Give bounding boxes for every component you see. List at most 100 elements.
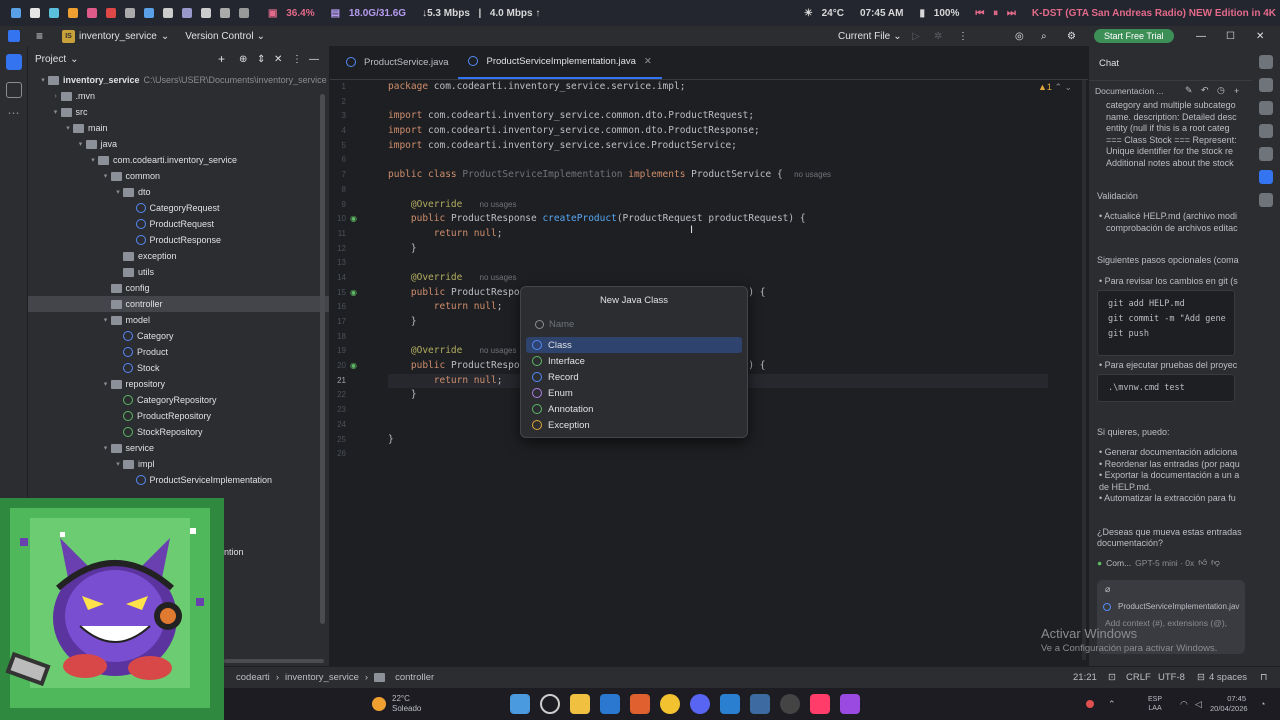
tree-scrollbar[interactable] bbox=[320, 94, 325, 624]
app-icon[interactable] bbox=[840, 694, 860, 714]
expand-arrow-icon[interactable]: ▾ bbox=[113, 460, 123, 468]
expand-arrow-icon[interactable]: ▾ bbox=[88, 156, 98, 164]
app-icon[interactable] bbox=[68, 8, 78, 18]
tree-item[interactable]: ▾ dto bbox=[28, 184, 329, 200]
store-icon[interactable] bbox=[630, 694, 650, 714]
tree-item[interactable]: Category bbox=[28, 328, 329, 344]
project-tool-icon[interactable] bbox=[6, 54, 22, 70]
class-kind-option[interactable]: Interface bbox=[526, 353, 742, 369]
tree-item[interactable]: ▾ common bbox=[28, 168, 329, 184]
structure-tool-icon[interactable] bbox=[6, 82, 22, 98]
tray-chevron-icon[interactable]: ⌃ bbox=[1108, 699, 1116, 710]
ide-logo-icon[interactable] bbox=[8, 30, 20, 42]
attached-file-chip[interactable]: ProductServiceImplementation.jav bbox=[1103, 600, 1243, 613]
hamburger-menu-icon[interactable]: ≡ bbox=[36, 29, 43, 43]
expand-icon[interactable]: ⇕ bbox=[257, 54, 265, 65]
tree-item[interactable]: ProductResponse bbox=[28, 232, 329, 248]
maven-icon[interactable] bbox=[1259, 124, 1273, 138]
database-icon[interactable] bbox=[1259, 101, 1273, 115]
run-icon[interactable]: ▷ bbox=[912, 31, 920, 42]
new-chat-icon[interactable]: + bbox=[1234, 86, 1239, 96]
tree-item[interactable]: › .mvn bbox=[28, 88, 329, 104]
add-icon[interactable]: + bbox=[218, 52, 225, 66]
app-icon[interactable] bbox=[220, 8, 230, 18]
discord-icon[interactable] bbox=[690, 694, 710, 714]
steam-icon[interactable] bbox=[750, 694, 770, 714]
start-icon[interactable] bbox=[510, 694, 530, 714]
code-line[interactable]: return null; bbox=[388, 227, 1048, 242]
code-line[interactable]: } bbox=[388, 242, 1048, 257]
taskbar-clock[interactable]: 07:45 20/04/2026 bbox=[1210, 694, 1248, 714]
prev-icon[interactable]: ⏮ bbox=[975, 8, 984, 19]
line-separator[interactable]: CRLF bbox=[1126, 672, 1151, 683]
tree-item[interactable]: ▾ main bbox=[28, 120, 329, 136]
vcs-menu[interactable]: Version Control ⌄ bbox=[185, 31, 265, 42]
chat-session-title[interactable]: Documentacion ... bbox=[1095, 86, 1164, 96]
app-icon[interactable] bbox=[106, 8, 116, 18]
breadcrumb-item[interactable]: controller bbox=[395, 672, 434, 683]
minimize-icon[interactable]: — bbox=[1196, 31, 1206, 42]
run-config-selector[interactable]: Current File ⌄ bbox=[838, 31, 902, 42]
chrome-icon[interactable] bbox=[660, 694, 680, 714]
editor-tab[interactable]: ProductService.java bbox=[336, 45, 458, 79]
history-icon[interactable]: ◷ bbox=[1217, 85, 1225, 96]
plugin-icon[interactable] bbox=[1259, 147, 1273, 161]
thumbs-down-icon[interactable]: 👎︎ bbox=[1211, 557, 1220, 568]
tree-item[interactable]: utils bbox=[28, 264, 329, 280]
gear-icon[interactable]: ⚙ bbox=[1067, 31, 1076, 42]
more-tools-icon[interactable]: ⋯ bbox=[0, 106, 27, 120]
class-kind-option[interactable]: Exception bbox=[526, 417, 742, 433]
maximize-icon[interactable]: ☐ bbox=[1226, 31, 1235, 42]
tree-item[interactable]: ProductRepository bbox=[28, 408, 329, 424]
weather-widget[interactable]: 22°C Soleado bbox=[372, 694, 421, 714]
tree-item[interactable]: ▾ service bbox=[28, 440, 329, 456]
notification-bell-icon[interactable]: ◔ bbox=[1260, 699, 1265, 709]
app-icon[interactable] bbox=[201, 8, 211, 18]
lock-icon[interactable]: ⊓ bbox=[1260, 672, 1267, 683]
app-icon[interactable] bbox=[182, 8, 192, 18]
indent-setting[interactable]: 4 spaces bbox=[1209, 672, 1247, 683]
intellij-icon[interactable] bbox=[810, 694, 830, 714]
tree-item[interactable]: exception bbox=[28, 248, 329, 264]
git-code-block[interactable]: git add HELP.md git commit -m "Add gene gi… bbox=[1097, 290, 1235, 356]
test-code-block[interactable]: .\mvnw.cmd test bbox=[1097, 374, 1235, 402]
override-marker-icon[interactable]: ◉ bbox=[350, 288, 357, 297]
code-line[interactable] bbox=[388, 153, 1048, 168]
app-icon[interactable] bbox=[11, 8, 21, 18]
options-icon[interactable]: ⋮ bbox=[292, 54, 302, 65]
tree-item[interactable]: controller bbox=[28, 296, 329, 312]
code-line[interactable]: import com.codearti.inventory_service.co… bbox=[388, 124, 1048, 139]
editor-tab[interactable]: ProductServiceImplementation.java ✕ bbox=[458, 45, 662, 79]
expand-arrow-icon[interactable]: ▾ bbox=[51, 108, 61, 116]
chat-tab[interactable]: Chat bbox=[1099, 58, 1119, 69]
file-explorer-icon[interactable] bbox=[570, 694, 590, 714]
tree-item[interactable]: Stock bbox=[28, 360, 329, 376]
project-panel-title[interactable]: Project bbox=[35, 54, 66, 65]
collapse-icon[interactable]: ✕ bbox=[274, 54, 282, 65]
app-icon[interactable] bbox=[125, 8, 135, 18]
app-icon[interactable] bbox=[144, 8, 154, 18]
github-icon[interactable] bbox=[780, 694, 800, 714]
tray-icon[interactable] bbox=[1086, 700, 1094, 708]
code-line[interactable] bbox=[388, 256, 1048, 271]
override-marker-icon[interactable]: ◉ bbox=[350, 214, 357, 223]
locate-icon[interactable]: ⊕ bbox=[239, 54, 247, 65]
pin-icon[interactable]: ✎ bbox=[1185, 85, 1193, 96]
more-actions-icon[interactable]: ⋮ bbox=[958, 31, 968, 42]
vscode-icon[interactable] bbox=[720, 694, 740, 714]
start-trial-button[interactable]: Start Free Trial bbox=[1094, 29, 1174, 43]
code-line[interactable]: public class ProductServiceImplementatio… bbox=[388, 168, 1048, 183]
class-kind-option[interactable]: Class bbox=[526, 337, 742, 353]
close-tab-icon[interactable]: ✕ bbox=[644, 56, 652, 67]
file-encoding[interactable]: UTF-8 bbox=[1158, 672, 1185, 683]
tree-item[interactable]: ▾ model bbox=[28, 312, 329, 328]
media-controls[interactable]: ⏮ ⏸ ⏭ bbox=[967, 8, 1024, 19]
code-line[interactable]: import com.codearti.inventory_service.se… bbox=[388, 139, 1048, 154]
wifi-icon[interactable]: ◠ bbox=[1180, 699, 1188, 710]
class-kind-option[interactable]: Enum bbox=[526, 385, 742, 401]
class-kind-option[interactable]: Annotation bbox=[526, 401, 742, 417]
app-icon[interactable] bbox=[87, 8, 97, 18]
tree-item[interactable]: config bbox=[28, 280, 329, 296]
y-icon[interactable] bbox=[30, 8, 40, 18]
breadcrumb-item[interactable]: codearti bbox=[236, 672, 270, 683]
